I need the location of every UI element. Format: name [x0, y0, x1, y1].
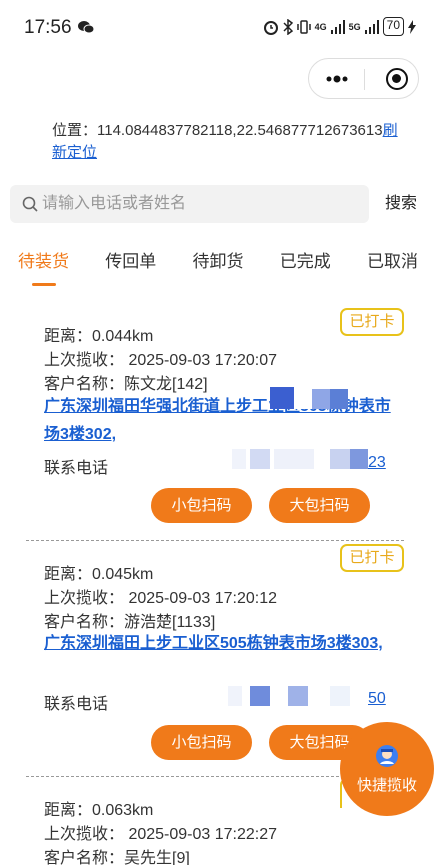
privacy-mask	[330, 389, 348, 409]
status-time: 17:56	[24, 17, 72, 38]
vibrate-icon	[296, 19, 311, 34]
privacy-mask	[350, 449, 368, 469]
order-customer: 客户名称：陈文龙[142]	[44, 376, 208, 393]
location-coords: 114.0844837782118,22.546877712673613	[97, 122, 383, 139]
order-last-pickup: 上次揽收： 2025-09-03 17:20:12	[44, 590, 278, 607]
privacy-mask	[270, 387, 294, 409]
search-button[interactable]: 搜索	[376, 185, 426, 223]
wechat-icon	[78, 21, 94, 34]
order-customer: 客户名称：游浩楚[1133]	[44, 614, 216, 631]
checked-in-badge: 已打卡	[340, 544, 404, 572]
location-label: 位置：	[52, 122, 98, 139]
phone-label: 联系电话	[44, 696, 109, 713]
order-distance: 距离：0.063km	[44, 802, 154, 819]
privacy-mask	[228, 686, 242, 706]
order-card[interactable]: 已打卡 距离：0.044km 上次揽收： 2025-09-03 17:20:07…	[26, 300, 410, 530]
tab-pending-loading[interactable]: 待装货	[18, 238, 69, 290]
privacy-mask	[250, 686, 270, 706]
phone-label: 联系电话	[44, 460, 109, 477]
small-package-scan-button[interactable]: 小包扫码	[151, 488, 252, 523]
quick-pickup-label: 快捷揽收	[356, 777, 417, 794]
search-icon	[22, 196, 38, 212]
order-last-pickup: 上次揽收： 2025-09-03 17:20:07	[44, 352, 278, 369]
miniprogram-capsule	[308, 58, 419, 99]
status-icons: 4G 5G 70	[263, 17, 416, 36]
order-address-link[interactable]: 广东深圳福田上步工业区505栋钟表市场3楼303,	[44, 630, 394, 658]
phone-number-link[interactable]: 23	[368, 454, 386, 472]
privacy-mask	[250, 449, 270, 469]
close-miniprogram-icon[interactable]	[386, 68, 408, 90]
privacy-mask	[288, 686, 308, 706]
privacy-mask	[232, 449, 246, 469]
large-package-scan-button[interactable]: 大包扫码	[269, 488, 370, 523]
search-box	[10, 185, 369, 223]
privacy-mask	[330, 449, 350, 469]
privacy-mask	[294, 387, 312, 409]
capsule-divider	[364, 69, 365, 90]
privacy-mask	[330, 686, 350, 706]
search-input[interactable]	[42, 185, 362, 223]
status-tabs: 待装货 传回单 待卸货 已完成 已取消	[10, 238, 426, 290]
network-5g: 5G	[348, 21, 361, 32]
order-customer: 客户名称：吴先生[9]	[44, 850, 190, 865]
location-info: 位置：114.0844837782118,22.546877712673613刷…	[52, 120, 412, 164]
phone-number-link[interactable]: 50	[368, 690, 386, 708]
tab-completed[interactable]: 已完成	[280, 238, 331, 290]
checked-in-badge: 已打卡	[340, 308, 404, 336]
small-package-scan-button[interactable]: 小包扫码	[151, 725, 252, 760]
charging-icon	[408, 19, 416, 34]
privacy-mask	[274, 449, 314, 469]
bluetooth-icon	[283, 18, 293, 35]
battery-icon: 70	[382, 17, 404, 36]
order-last-pickup: 上次揽收： 2025-09-03 17:22:27	[44, 826, 278, 843]
privacy-mask	[312, 389, 330, 409]
signal-icon	[364, 19, 379, 34]
quick-pickup-button[interactable]: 快捷揽收	[340, 722, 434, 816]
network-4g: 4G	[314, 21, 327, 32]
order-distance: 距离：0.045km	[44, 566, 154, 583]
courier-avatar-icon	[376, 745, 398, 767]
alarm-icon	[263, 20, 278, 35]
tab-cancelled[interactable]: 已取消	[367, 238, 418, 290]
signal-icon	[330, 19, 345, 34]
tab-return-receipt[interactable]: 传回单	[105, 238, 156, 290]
more-icon[interactable]	[323, 65, 351, 93]
status-bar: 17:56 4G 5G 70	[0, 0, 436, 56]
tab-pending-unloading[interactable]: 待卸货	[193, 238, 244, 290]
order-distance: 距离：0.044km	[44, 328, 154, 345]
